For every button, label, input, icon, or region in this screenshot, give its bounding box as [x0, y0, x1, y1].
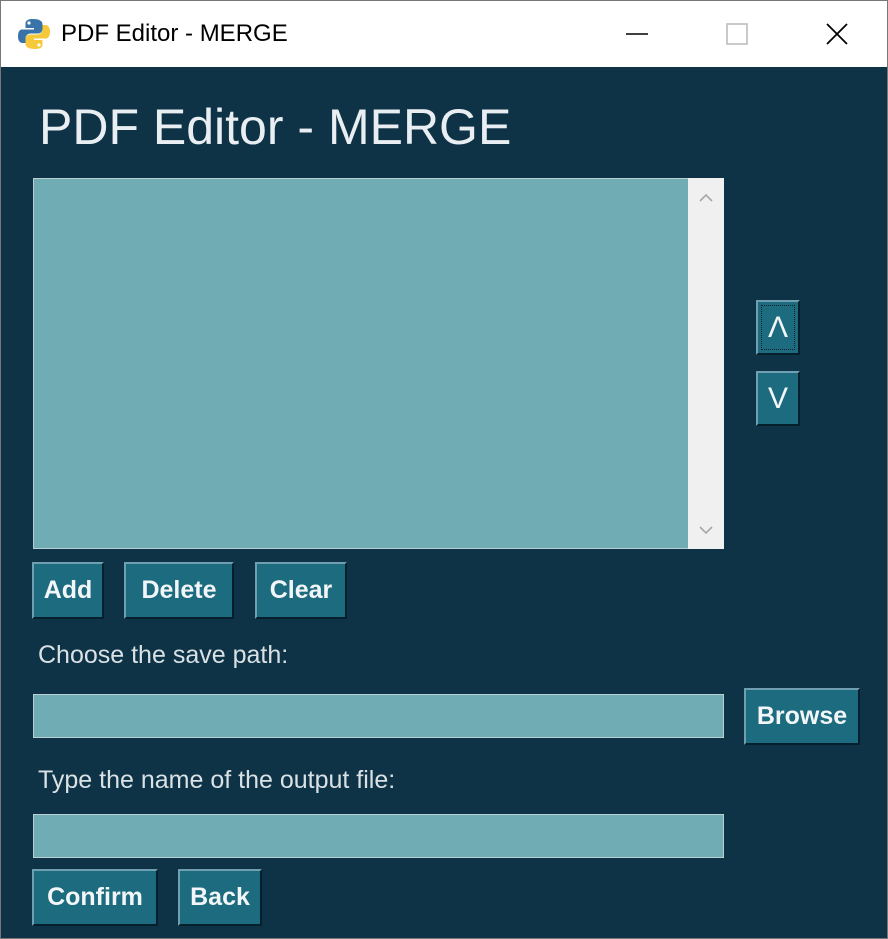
save-path-label: Choose the save path:	[38, 641, 289, 669]
move-down-button[interactable]: V	[756, 371, 800, 426]
move-down-label: V	[767, 382, 788, 415]
window-title: PDF Editor - MERGE	[61, 20, 288, 47]
minimize-button[interactable]	[587, 1, 687, 67]
file-listbox[interactable]	[33, 178, 689, 549]
output-name-input[interactable]	[33, 814, 724, 858]
python-logo-icon	[18, 19, 50, 49]
scroll-down-icon[interactable]	[698, 522, 714, 538]
scroll-up-icon[interactable]	[698, 190, 714, 206]
maximize-button[interactable]	[687, 1, 787, 67]
minimize-icon	[626, 33, 648, 35]
maximize-icon	[726, 23, 748, 45]
close-button[interactable]	[787, 1, 887, 67]
output-name-label: Type the name of the output file:	[38, 766, 396, 794]
title-bar: PDF Editor - MERGE	[1, 1, 887, 67]
listbox-scrollbar[interactable]	[688, 178, 724, 549]
close-icon	[826, 23, 848, 45]
confirm-button[interactable]: Confirm	[32, 869, 158, 926]
page-title: PDF Editor - MERGE	[39, 99, 512, 155]
save-path-input[interactable]	[33, 694, 724, 738]
move-up-button[interactable]: Λ	[756, 300, 800, 355]
add-button[interactable]: Add	[32, 562, 104, 619]
app-window: PDF Editor - MERGE PDF Editor - MERGE Λ …	[0, 0, 888, 939]
focus-ring	[761, 305, 795, 350]
clear-button[interactable]: Clear	[255, 562, 347, 619]
browse-button[interactable]: Browse	[744, 688, 860, 745]
delete-button[interactable]: Delete	[124, 562, 234, 619]
back-button[interactable]: Back	[178, 869, 262, 926]
